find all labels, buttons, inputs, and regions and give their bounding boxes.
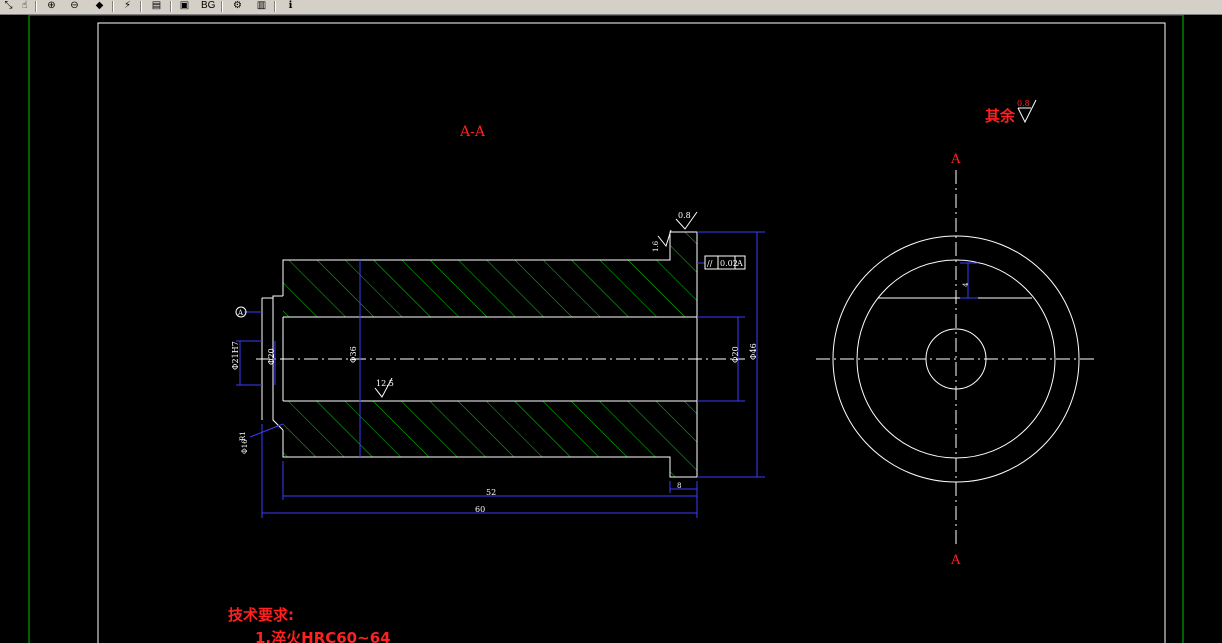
tolerance-symbol: // (707, 259, 713, 268)
dim-chamfer-2: Φ16 (241, 439, 249, 454)
save-icon[interactable]: ▥ (254, 0, 269, 12)
tolerance-datum: A (736, 259, 743, 268)
tolerance-value: 0.02 (720, 259, 738, 268)
drawing-canvas[interactable]: // 0.02 A A 0.8 1.6 12.5 0.8 52 60 8 Φ46… (0, 15, 1222, 643)
zoom-out-icon[interactable]: ⊖ (67, 0, 82, 12)
roughness-bore: 12.5 (376, 379, 394, 388)
dim-diameter-left-h7: Φ21H7 (231, 341, 240, 370)
section-hatch-lower (283, 401, 697, 457)
roughness-symbols (374, 99, 1037, 398)
section-title: A-A (459, 124, 486, 140)
notes-title: 技术要求: (228, 606, 294, 624)
roughness-top-left: 1.6 (652, 240, 660, 252)
section-marker-top: A (950, 152, 961, 167)
zoom-extents-icon[interactable]: ⤡ (1, 0, 16, 12)
section-marker-bottom: A (950, 553, 961, 568)
toolbar-separator (35, 1, 37, 12)
surface-note-value: 0.8 (1017, 99, 1030, 108)
notes-line-1: 1.淬火HRC60~64 (255, 629, 391, 643)
toolbar-separator (170, 1, 172, 12)
dim-keyway: 4 (962, 282, 970, 287)
toolbar-separator (274, 1, 276, 12)
bg-button[interactable]: BG (201, 0, 215, 12)
print-icon[interactable]: ▤ (149, 0, 164, 12)
toolbar-separator (112, 1, 114, 12)
tools-icon[interactable]: ⚙ (230, 0, 245, 12)
flange-hatch-upper (670, 232, 697, 260)
toolbar: ⤡ ☝ ⊕ ⊖ ◆ ⚡ ▤ ▣ BG ⚙ ▥ ℹ (0, 0, 1222, 15)
pan-icon[interactable]: ☝ (17, 0, 32, 12)
dim-diameter-bore-left: Φ20 (267, 348, 276, 365)
datum-label: A (237, 309, 244, 317)
toolbar-separator (221, 1, 223, 12)
dim-diameter-main: Φ36 (349, 346, 358, 363)
dim-diameter-bore-right: Φ20 (731, 346, 740, 363)
dim-length-inner: 52 (486, 488, 496, 497)
dim-diameter-outer: Φ46 (749, 343, 758, 360)
flange-hatch-lower (670, 457, 697, 477)
toolbar-separator (140, 1, 142, 12)
layers-icon[interactable]: ◆ (92, 0, 107, 12)
roughness-top: 0.8 (678, 211, 691, 220)
surface-note-label: 其余 (985, 107, 1016, 125)
about-icon[interactable]: ℹ (283, 0, 298, 12)
highlight-icon[interactable]: ⚡ (120, 0, 135, 12)
dim-flange-width: 8 (677, 482, 681, 490)
dim-length-total: 60 (475, 505, 485, 514)
section-hatch-upper (283, 260, 697, 317)
zoom-in-icon[interactable]: ⊕ (44, 0, 59, 12)
display-icon[interactable]: ▣ (177, 0, 192, 12)
